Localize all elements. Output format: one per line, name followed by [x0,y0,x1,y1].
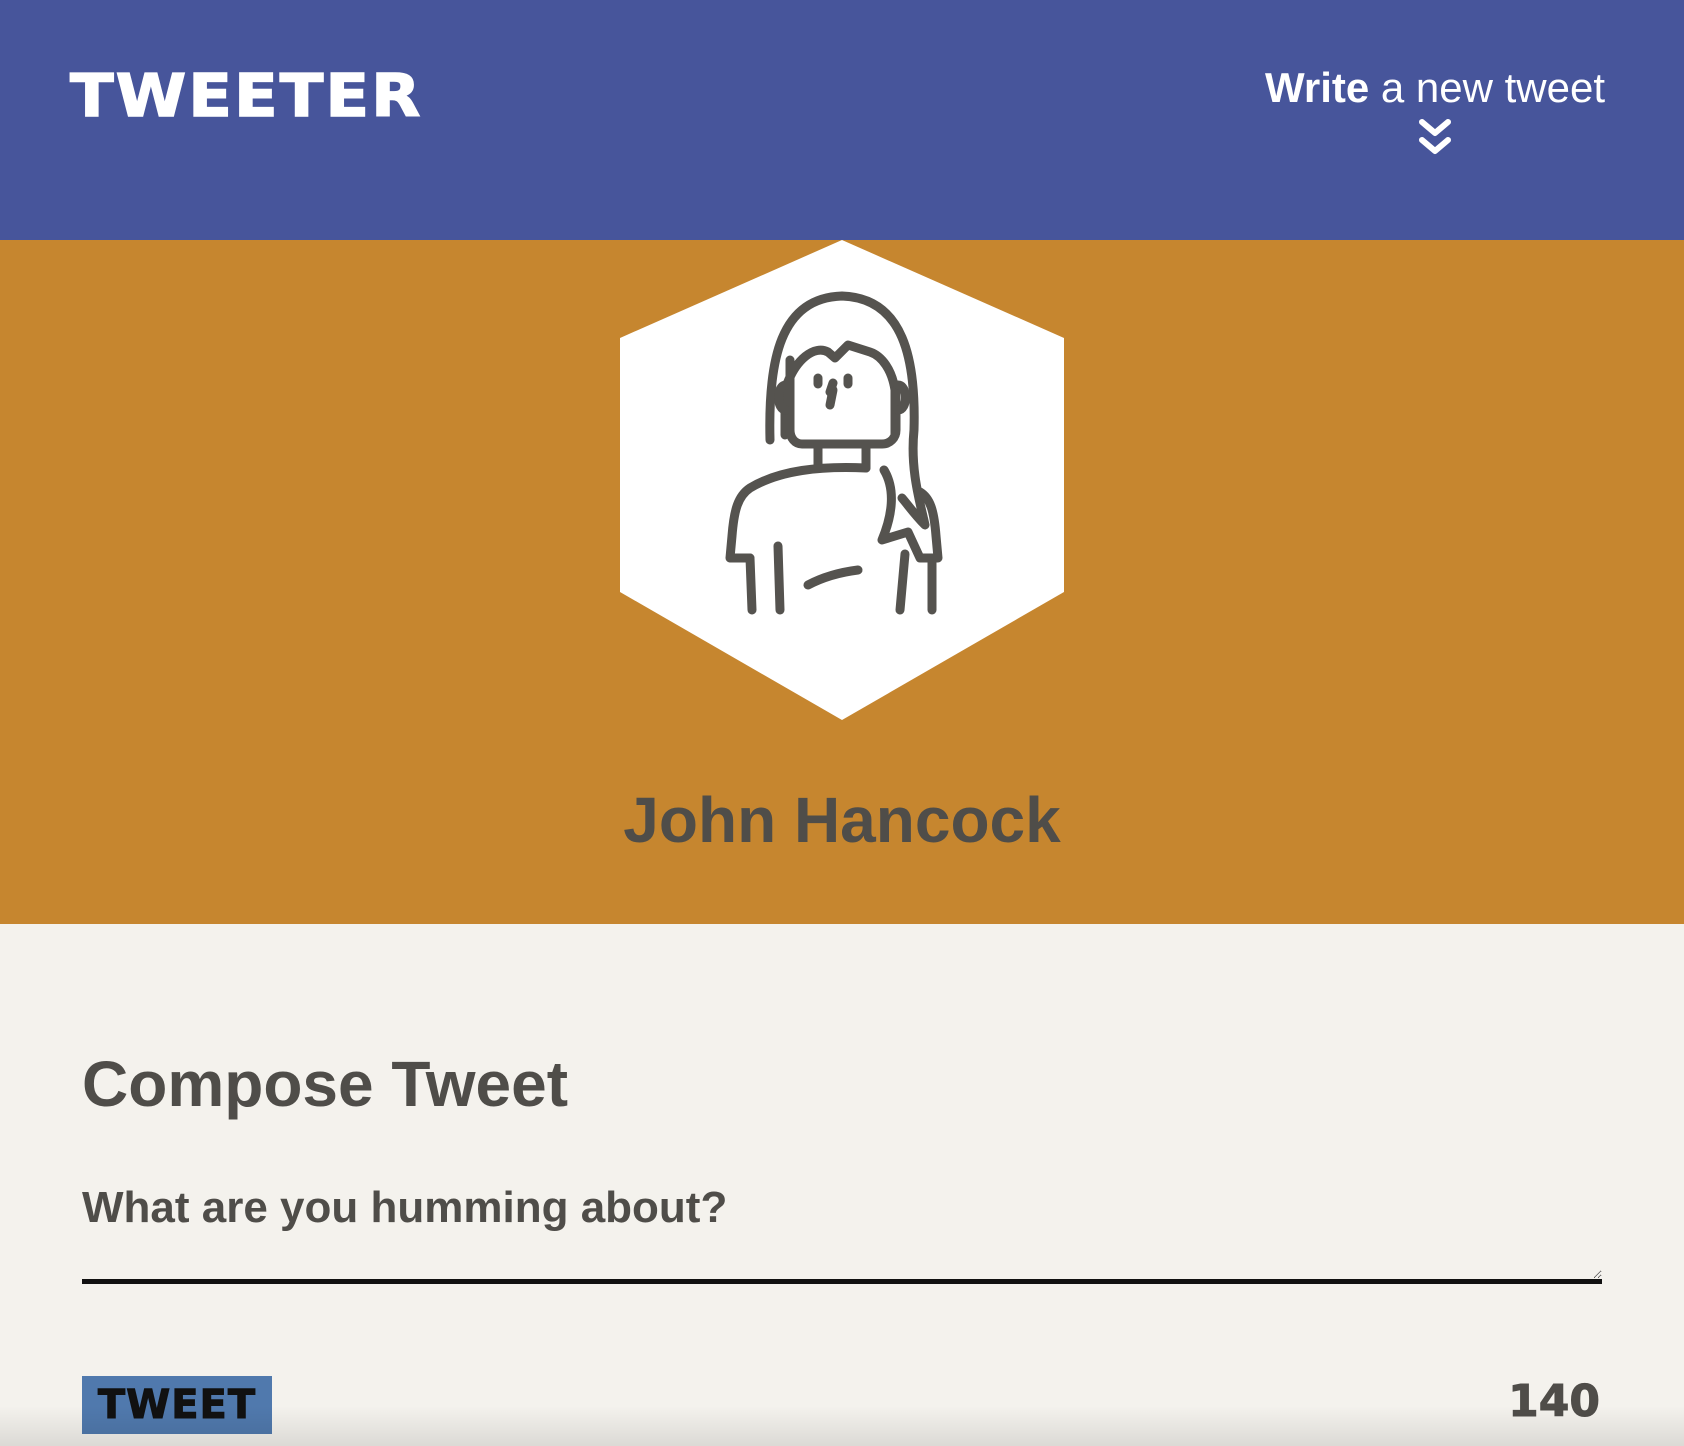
tweet-submit-button[interactable]: TWEET [82,1376,272,1434]
brand-logo: TWEETER [69,62,423,131]
double-chevron-down-icon[interactable] [1418,118,1452,160]
tweet-textarea[interactable] [82,1180,1602,1284]
write-new-tweet-toggle[interactable]: Write a new tweet [1240,60,1630,170]
compose-section: Compose Tweet [0,924,1684,1446]
character-counter: 140 [1508,1376,1601,1428]
compose-title: Compose Tweet [82,1048,568,1120]
woman-avatar-icon [620,240,1064,720]
profile-name: John Hancock [623,784,1061,856]
top-nav: TWEETER Write a new tweet [0,0,1684,240]
write-label-strong: Write [1264,64,1370,111]
write-label-rest: a new tweet [1369,64,1606,111]
write-new-tweet-label: Write a new tweet [1240,60,1630,116]
profile-banner: John Hancock [0,240,1684,924]
